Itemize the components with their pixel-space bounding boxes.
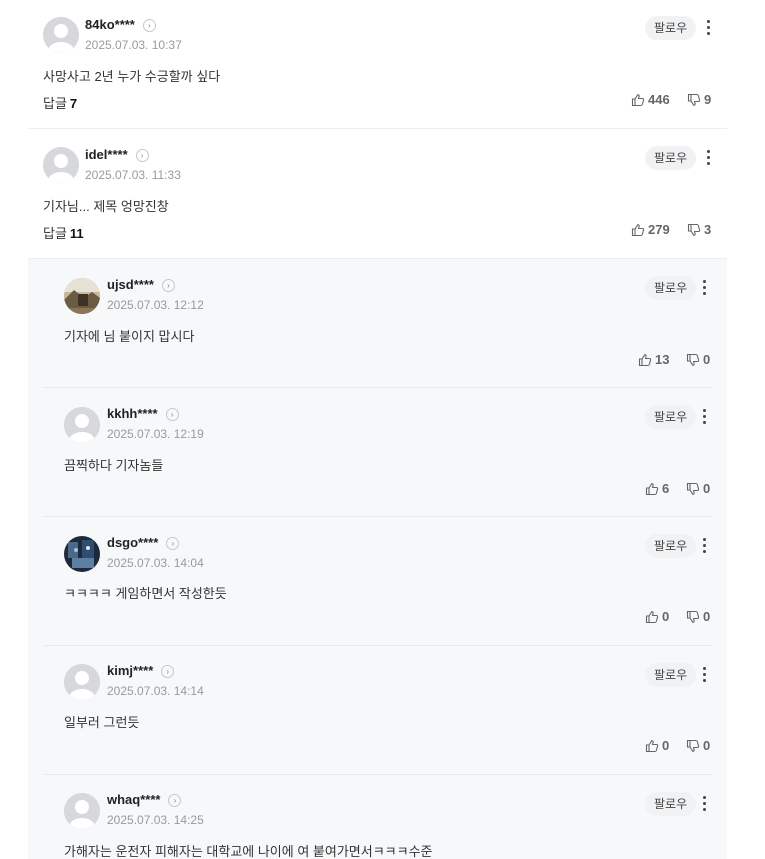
thumbs-up-icon bbox=[638, 353, 652, 366]
comment-list: 84ko**** › 2025.07.03. 10:37 팔로우 사망사고 2년 … bbox=[28, 0, 727, 259]
replies-count[interactable]: 7 bbox=[70, 96, 77, 111]
thumbs-down-icon bbox=[686, 739, 700, 752]
thumbs-down-icon bbox=[686, 482, 700, 495]
reply-text: 가해자는 운전자 피해자는 대학교에 나이에 여 붙여가면서ㅋㅋㅋ수준 bbox=[64, 844, 433, 859]
reply-nickname[interactable]: kkhh**** › bbox=[107, 406, 179, 421]
comment-text: 기자님... 제목 엉망진창 bbox=[43, 199, 169, 214]
dislike-button[interactable]: 0 bbox=[686, 609, 710, 624]
thumbs-down-icon bbox=[687, 93, 701, 106]
dislike-button[interactable]: 3 bbox=[687, 222, 711, 237]
dislike-button[interactable]: 0 bbox=[686, 738, 710, 753]
more-vertical-icon[interactable] bbox=[701, 537, 707, 555]
follow-button[interactable]: 팔로우 bbox=[645, 405, 697, 429]
replies-count[interactable]: 11 bbox=[70, 226, 84, 241]
follow-button[interactable]: 팔로우 bbox=[645, 534, 697, 558]
like-button[interactable]: 446 bbox=[631, 92, 670, 107]
reply-date: 2025.07.03. 14:14 bbox=[107, 684, 204, 698]
thumbs-up-icon bbox=[645, 482, 659, 495]
chevron-right-circle-icon[interactable]: › bbox=[161, 665, 175, 678]
thumbs-up-icon bbox=[631, 93, 645, 106]
reply-item: dsgo**** › 2025.07.03. 14:04 팔로우 ㅋㅋㅋㅋ 게임하… bbox=[43, 517, 712, 646]
like-button[interactable]: 0 bbox=[645, 738, 669, 753]
replies-toggle[interactable]: 답글 7 bbox=[43, 93, 77, 112]
avatar[interactable] bbox=[64, 793, 100, 829]
reply-text: 기자에 님 붙이지 맙시다 bbox=[64, 329, 195, 344]
like-button[interactable]: 279 bbox=[631, 222, 670, 237]
thumbs-down-icon bbox=[686, 353, 700, 366]
like-button[interactable]: 13 bbox=[638, 352, 669, 367]
follow-button[interactable]: 팔로우 bbox=[645, 663, 697, 687]
dislike-button[interactable]: 0 bbox=[686, 481, 710, 496]
thumbs-up-icon bbox=[645, 739, 659, 752]
reply-item: whaq**** › 2025.07.03. 14:25 팔로우 가해자는 운전자… bbox=[43, 775, 712, 859]
reply-text: 끔찍하다 기자놈들 bbox=[64, 458, 164, 473]
avatar[interactable] bbox=[64, 536, 100, 572]
more-vertical-icon[interactable] bbox=[701, 408, 707, 426]
follow-button[interactable]: 팔로우 bbox=[645, 792, 697, 816]
avatar[interactable] bbox=[64, 278, 100, 314]
reply-nickname[interactable]: kimj**** › bbox=[107, 663, 175, 678]
comment-date: 2025.07.03. 10:37 bbox=[85, 38, 182, 52]
like-button[interactable]: 0 bbox=[645, 609, 669, 624]
dislike-button[interactable]: 9 bbox=[687, 92, 711, 107]
more-vertical-icon[interactable] bbox=[701, 795, 707, 813]
reply-date: 2025.07.03. 14:04 bbox=[107, 556, 204, 570]
reply-item: ujsd**** › 2025.07.03. 12:12 팔로우 기자에 님 붙이… bbox=[43, 259, 712, 388]
follow-button[interactable]: 팔로우 bbox=[645, 276, 697, 300]
reply-date: 2025.07.03. 12:19 bbox=[107, 427, 204, 441]
reply-item: kkhh**** › 2025.07.03. 12:19 팔로우 끔찍하다 기자놈… bbox=[43, 388, 712, 517]
reply-text: 일부러 그런듯 bbox=[64, 715, 140, 730]
chevron-right-circle-icon[interactable]: › bbox=[165, 408, 179, 421]
avatar[interactable] bbox=[64, 407, 100, 443]
comment-item: 84ko**** › 2025.07.03. 10:37 팔로우 사망사고 2년 … bbox=[28, 0, 727, 129]
comment-nickname[interactable]: idel**** › bbox=[85, 147, 149, 162]
chevron-right-circle-icon[interactable]: › bbox=[135, 149, 149, 162]
comment-nickname[interactable]: 84ko**** › bbox=[85, 17, 156, 32]
more-vertical-icon[interactable] bbox=[701, 666, 707, 684]
more-vertical-icon[interactable] bbox=[705, 149, 711, 167]
thumbs-down-icon bbox=[687, 223, 701, 236]
follow-button[interactable]: 팔로우 bbox=[645, 16, 697, 40]
reply-nickname[interactable]: ujsd**** › bbox=[107, 277, 175, 292]
reply-item: kimj**** › 2025.07.03. 14:14 팔로우 일부러 그런듯 … bbox=[43, 646, 712, 775]
reply-date: 2025.07.03. 14:25 bbox=[107, 813, 204, 827]
reply-nickname[interactable]: dsgo**** › bbox=[107, 535, 180, 550]
follow-button[interactable]: 팔로우 bbox=[645, 146, 697, 170]
reply-nickname[interactable]: whaq**** › bbox=[107, 792, 182, 807]
thumbs-down-icon bbox=[686, 610, 700, 623]
comment-item: idel**** › 2025.07.03. 11:33 팔로우 기자님... 제… bbox=[28, 129, 727, 259]
more-vertical-icon[interactable] bbox=[701, 279, 707, 297]
more-vertical-icon[interactable] bbox=[705, 19, 711, 37]
chevron-right-circle-icon[interactable]: › bbox=[168, 794, 182, 807]
chevron-right-circle-icon[interactable]: › bbox=[161, 279, 175, 292]
reply-list: ujsd**** › 2025.07.03. 12:12 팔로우 기자에 님 붙이… bbox=[28, 259, 727, 859]
thumbs-up-icon bbox=[631, 223, 645, 236]
like-button[interactable]: 6 bbox=[645, 481, 669, 496]
replies-toggle[interactable]: 답글 11 bbox=[43, 223, 84, 242]
comment-date: 2025.07.03. 11:33 bbox=[85, 168, 181, 182]
reply-date: 2025.07.03. 12:12 bbox=[107, 298, 204, 312]
chevron-right-circle-icon[interactable]: › bbox=[166, 537, 180, 550]
chevron-right-circle-icon[interactable]: › bbox=[142, 19, 156, 32]
dislike-button[interactable]: 0 bbox=[686, 352, 710, 367]
thumbs-up-icon bbox=[645, 610, 659, 623]
avatar[interactable] bbox=[43, 147, 79, 183]
avatar[interactable] bbox=[43, 17, 79, 53]
avatar[interactable] bbox=[64, 664, 100, 700]
reply-text: ㅋㅋㅋㅋ 게임하면서 작성한듯 bbox=[64, 586, 227, 601]
comment-text: 사망사고 2년 누가 수긍할까 싶다 bbox=[43, 69, 221, 84]
